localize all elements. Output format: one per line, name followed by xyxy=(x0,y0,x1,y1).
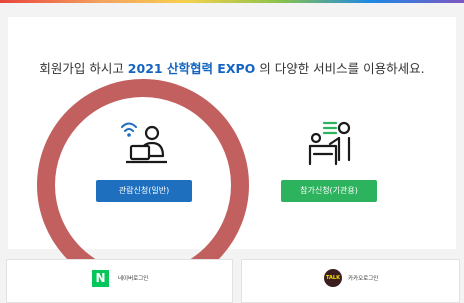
kakao-talk-logo-icon: TALK xyxy=(324,269,342,287)
headline-text-after: 의 다양한 서비스를 이용하세요. xyxy=(255,61,425,76)
naver-login-label[interactable]: 네이버로그인 xyxy=(118,274,148,282)
signup-headline: 회원가입 하시고 2021 산학협력 EXPO 의 다양한 서비스를 이용하세요… xyxy=(0,58,464,77)
top-gradient-line xyxy=(0,0,464,3)
naver-logo-icon: N xyxy=(92,270,109,287)
headline-highlight: 2021 산학협력 EXPO xyxy=(127,61,256,76)
kakao-login-label[interactable]: 카카오로그인 xyxy=(348,274,378,282)
exhibitor-apply-button[interactable]: 참가신청(기관용) xyxy=(281,180,377,202)
presenter-desk-icon xyxy=(308,121,351,166)
headline-text-before: 회원가입 하시고 xyxy=(39,61,128,76)
